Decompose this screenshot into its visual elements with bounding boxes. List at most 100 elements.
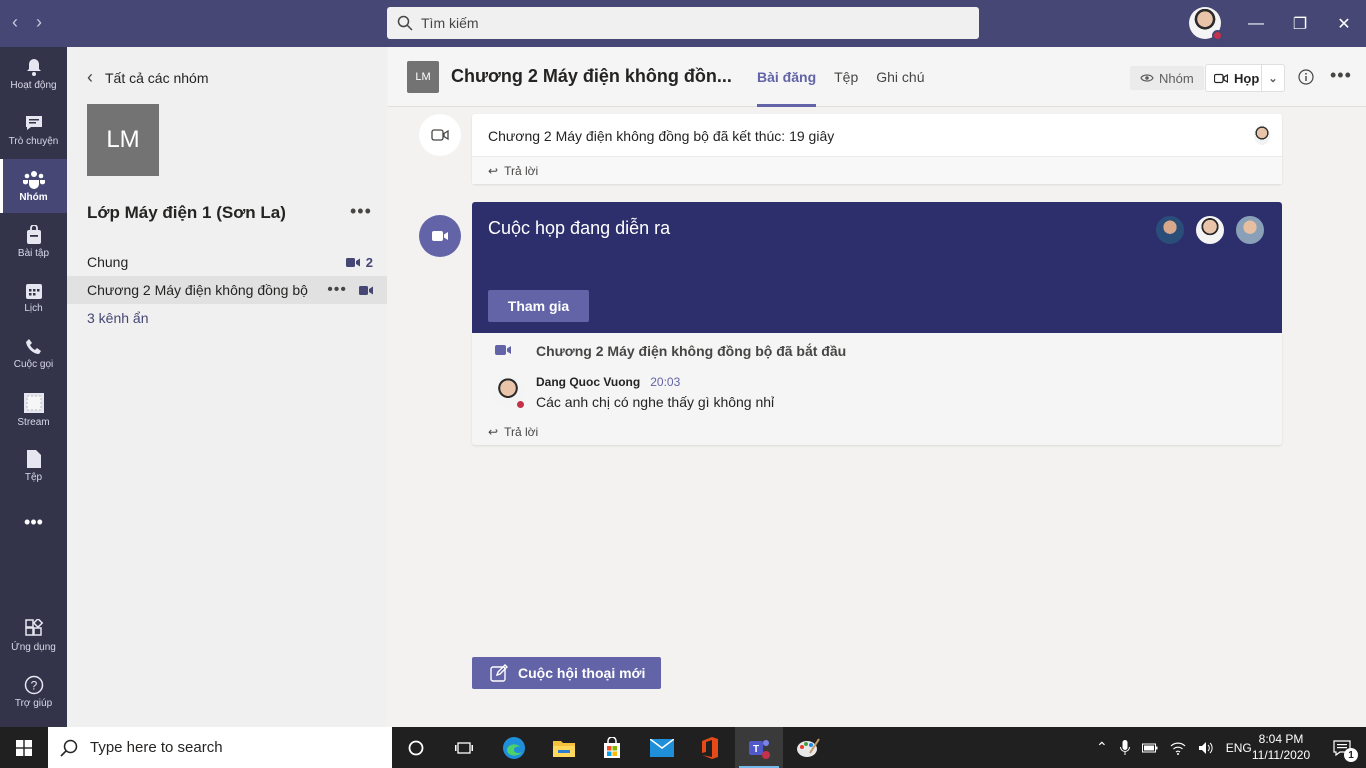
- profile-avatar[interactable]: [1189, 7, 1223, 41]
- rail-activity[interactable]: Hoạt động: [0, 47, 67, 101]
- participant-avatar: [1234, 214, 1266, 246]
- author-avatar[interactable]: [492, 376, 526, 410]
- assignments-icon: [26, 225, 41, 244]
- participant-avatar: [1154, 214, 1186, 246]
- team-view-button[interactable]: Nhóm: [1130, 66, 1204, 90]
- info-icon[interactable]: [1298, 69, 1314, 85]
- windows-taskbar: Type here to search T ⌃ ENG 8:04 PM 11/1…: [0, 727, 1366, 768]
- meet-now-button[interactable]: Họp ⌄: [1205, 64, 1285, 92]
- store-icon[interactable]: [588, 727, 636, 768]
- tab-files[interactable]: Tệp: [834, 47, 858, 107]
- wifi-icon[interactable]: [1170, 741, 1186, 755]
- notification-center-icon[interactable]: 1: [1318, 727, 1366, 768]
- taskbar-search[interactable]: Type here to search: [48, 727, 392, 768]
- message-text: Các anh chị có nghe thấy gì không nhỉ: [536, 394, 775, 410]
- rail-teams[interactable]: Nhóm: [0, 159, 67, 213]
- rail-help[interactable]: ? Trợ giúp: [0, 665, 67, 719]
- channel-item-chuong-2[interactable]: Chương 2 Máy điện không đồng bộ •••: [67, 276, 387, 304]
- meeting-ended-card: Chương 2 Máy điện không đồng bộ đã kết t…: [472, 114, 1282, 184]
- channel-item-general[interactable]: Chung 2: [67, 248, 387, 276]
- eye-icon: [1140, 74, 1154, 82]
- chevron-up-icon[interactable]: ⌃: [1096, 739, 1108, 756]
- file-explorer-icon[interactable]: [540, 727, 588, 768]
- taskbar-clock[interactable]: 8:04 PM 11/11/2020: [1248, 731, 1314, 763]
- meeting-started-text: Chương 2 Máy điện không đồng bộ đã bắt đ…: [536, 343, 847, 359]
- channel-more-icon[interactable]: •••: [327, 281, 347, 299]
- tab-notes[interactable]: Ghi chú: [876, 47, 924, 107]
- chevron-left-icon: ‹: [87, 67, 93, 87]
- edge-browser-icon[interactable]: [490, 727, 538, 768]
- paint-icon[interactable]: [784, 727, 832, 768]
- join-meeting-button[interactable]: Tham gia: [488, 290, 589, 322]
- reply-link[interactable]: ↩ Trả lời: [472, 156, 1282, 184]
- message-author[interactable]: Dang Quoc Vuong: [536, 375, 640, 389]
- forward-arrow-icon[interactable]: ›: [36, 12, 42, 33]
- help-icon: ?: [24, 675, 43, 695]
- meeting-live-icon: [419, 215, 461, 257]
- calendar-icon: [25, 284, 42, 299]
- video-camera-icon: [1214, 73, 1228, 83]
- minimize-icon[interactable]: —: [1234, 0, 1278, 47]
- header-more-icon[interactable]: •••: [1330, 65, 1352, 86]
- battery-icon[interactable]: [1141, 742, 1158, 754]
- rail-calendar[interactable]: Lịch: [0, 271, 67, 325]
- channel-header: LM Chương 2 Máy điện không đồn... Bài đă…: [388, 47, 1366, 107]
- file-icon: [26, 450, 41, 468]
- office-icon[interactable]: [686, 727, 734, 768]
- participant-avatar: [1254, 125, 1270, 145]
- task-view-icon[interactable]: [440, 727, 488, 768]
- rail-assignments[interactable]: Bài tập: [0, 215, 67, 269]
- history-nav: ‹ ›: [12, 12, 42, 33]
- meeting-ended-text: Chương 2 Máy điện không đồng bộ đã kết t…: [488, 128, 835, 144]
- cortana-icon[interactable]: [392, 727, 440, 768]
- meeting-ended-icon: [419, 114, 461, 156]
- video-camera-icon: [345, 257, 360, 267]
- video-camera-icon: [359, 285, 373, 295]
- microphone-icon[interactable]: [1119, 739, 1130, 756]
- search-icon: [397, 15, 413, 31]
- live-meeting-banner: Cuộc họp đang diễn ra Tham gia: [472, 202, 1282, 333]
- bell-icon: [26, 59, 41, 76]
- team-avatar[interactable]: LM: [87, 104, 159, 176]
- windows-start-icon[interactable]: [0, 727, 48, 768]
- close-icon[interactable]: ✕: [1322, 0, 1366, 47]
- meet-button-main[interactable]: Họp: [1206, 65, 1262, 91]
- stream-icon: [23, 393, 44, 413]
- mail-icon[interactable]: [638, 727, 686, 768]
- all-teams-link[interactable]: ‹ Tất cả các nhóm: [87, 67, 209, 88]
- maximize-icon[interactable]: ❐: [1278, 0, 1322, 47]
- new-conversation-button[interactable]: Cuộc hội thoại mới: [472, 657, 661, 689]
- apps-icon: [24, 619, 43, 636]
- message-time: 20:03: [650, 375, 681, 389]
- search-box[interactable]: Tìm kiếm: [387, 7, 979, 39]
- channel-title: Chương 2 Máy điện không đồn...: [451, 66, 732, 86]
- app-rail: Hoạt động Trò chuyện Nhóm Bài tập Lịch C…: [0, 47, 67, 727]
- compose-icon: [490, 664, 508, 682]
- busy-status-icon: [1212, 30, 1223, 41]
- channel-tabs: Bài đăng Tệp Ghi chú: [757, 47, 925, 107]
- tab-posts[interactable]: Bài đăng: [757, 47, 817, 107]
- system-tray: ⌃ ENG: [1096, 727, 1252, 768]
- hidden-channels-link[interactable]: 3 kênh ẩn: [67, 304, 387, 332]
- search-icon: [60, 739, 78, 757]
- rail-files[interactable]: Tệp: [0, 439, 67, 493]
- volume-icon[interactable]: [1198, 741, 1214, 755]
- rail-chat[interactable]: Trò chuyện: [0, 103, 67, 157]
- rail-apps[interactable]: Ứng dụng: [0, 609, 67, 663]
- more-apps-icon[interactable]: •••: [0, 495, 67, 549]
- team-name: Lớp Máy điện 1 (Sơn La): [87, 203, 286, 222]
- svg-text:?: ?: [30, 679, 37, 693]
- teams-taskbar-icon[interactable]: T: [735, 727, 783, 768]
- busy-status-icon: [515, 399, 526, 410]
- back-arrow-icon[interactable]: ‹: [12, 12, 18, 33]
- svg-text:T: T: [753, 744, 759, 755]
- team-more-icon[interactable]: •••: [350, 201, 372, 222]
- teams-icon: [22, 171, 45, 189]
- rail-calls[interactable]: Cuộc gọi: [0, 327, 67, 381]
- meeting-badge: [359, 285, 373, 296]
- phone-icon: [25, 339, 41, 354]
- reply-link[interactable]: ↩ Trả lời: [488, 425, 538, 439]
- chevron-down-icon[interactable]: ⌄: [1262, 72, 1284, 85]
- rail-stream[interactable]: Stream: [0, 383, 67, 437]
- team-panel: ‹ Tất cả các nhóm LM Lớp Máy điện 1 (Sơn…: [67, 47, 387, 727]
